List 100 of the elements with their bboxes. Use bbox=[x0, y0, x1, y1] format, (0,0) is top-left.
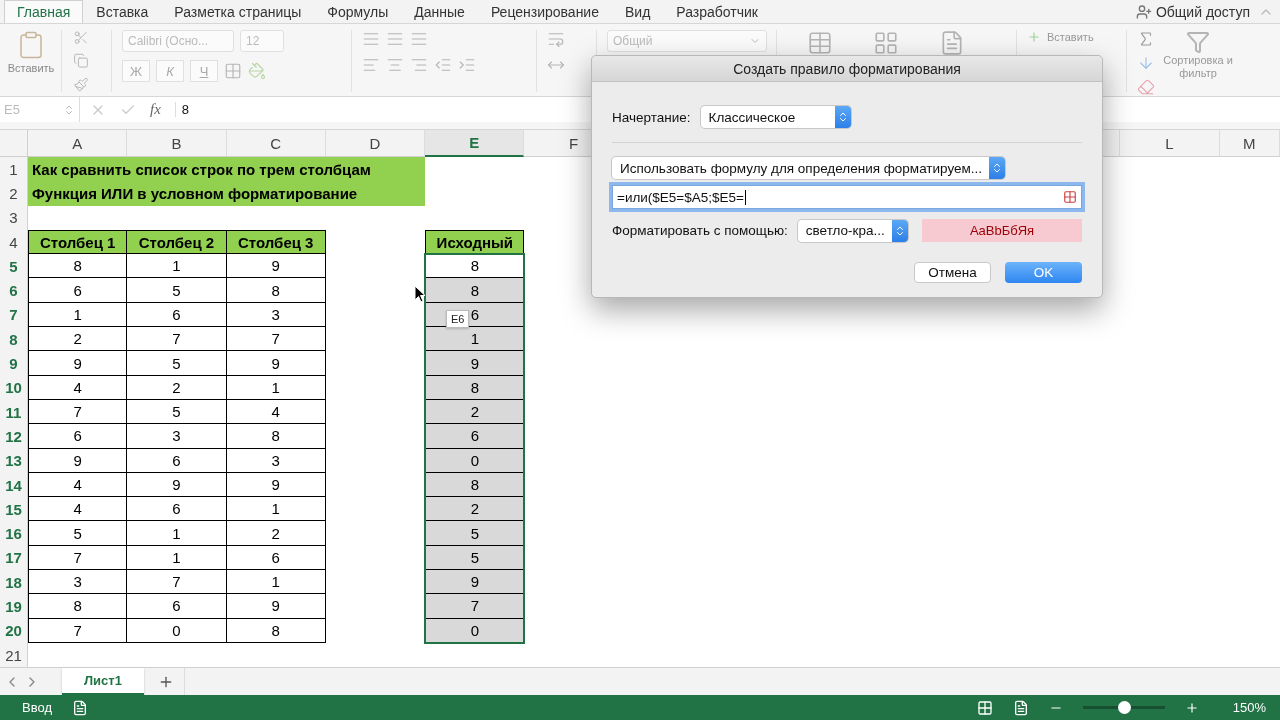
column-header-cell: Столбец 1 bbox=[28, 229, 128, 255]
table-cell: 6 bbox=[425, 424, 525, 449]
table-cell: 8 bbox=[226, 278, 326, 303]
table-cell: 9 bbox=[425, 570, 525, 595]
sort-filter-icon[interactable] bbox=[1186, 30, 1210, 54]
stepper-icon bbox=[989, 157, 1005, 179]
zoom-thumb[interactable] bbox=[1117, 701, 1131, 714]
formula-input[interactable]: 8 bbox=[174, 102, 190, 117]
table-cell: 4 bbox=[226, 399, 326, 425]
ribbon-tab[interactable]: Вид bbox=[612, 0, 664, 23]
ribbon-tab[interactable]: Главная bbox=[4, 0, 84, 23]
format-painter-icon[interactable] bbox=[72, 76, 90, 92]
column-heading[interactable]: B bbox=[127, 130, 227, 157]
table-cell: 7 bbox=[28, 618, 128, 643]
ribbon-tab[interactable]: Данные bbox=[401, 0, 478, 23]
table-cell: 2 bbox=[226, 521, 326, 546]
copy-icon[interactable] bbox=[72, 53, 90, 69]
style-select[interactable]: Классическое bbox=[700, 106, 851, 128]
row-number: 11 bbox=[0, 399, 28, 425]
stepper-icon bbox=[63, 103, 75, 116]
column-heading[interactable]: D bbox=[325, 130, 426, 157]
collapse-icon[interactable] bbox=[1063, 190, 1077, 204]
ribbon-tab[interactable]: Разработчик bbox=[663, 0, 771, 23]
table-cell: 6 bbox=[127, 302, 227, 328]
ribbon-tab[interactable]: Формулы bbox=[314, 0, 402, 23]
format-select[interactable]: светло-кра... bbox=[797, 219, 908, 242]
table-cell: 1 bbox=[127, 254, 227, 279]
table-cell: 1 bbox=[127, 545, 227, 571]
align-middle-icon[interactable] bbox=[386, 30, 404, 48]
table-cell: 7 bbox=[127, 570, 227, 595]
table-cell: 1 bbox=[127, 521, 227, 546]
ribbon-tab[interactable]: Разметка страницы bbox=[161, 0, 315, 23]
clear-icon[interactable] bbox=[1137, 78, 1155, 96]
table-cell: 1 bbox=[226, 570, 326, 595]
row-number: 2 bbox=[0, 181, 28, 206]
fill-down-icon[interactable] bbox=[1137, 54, 1155, 72]
borders-icon[interactable] bbox=[224, 62, 242, 80]
table-cell: 2 bbox=[425, 497, 525, 522]
table-cell: 6 bbox=[127, 448, 227, 473]
macro-record-icon[interactable] bbox=[71, 699, 88, 716]
align-left-icon[interactable] bbox=[362, 56, 380, 74]
sheet-tab[interactable]: Лист1 bbox=[62, 668, 144, 695]
zoom-in-icon[interactable] bbox=[1184, 700, 1199, 715]
row-number: 3 bbox=[0, 205, 28, 230]
row-number: 5 bbox=[0, 254, 28, 279]
zoom-level: 150% bbox=[1232, 700, 1266, 715]
outdent-icon[interactable] bbox=[434, 56, 452, 74]
fill-color-icon[interactable] bbox=[248, 62, 266, 80]
table-cell: 4 bbox=[28, 472, 128, 498]
column-heading[interactable]: E bbox=[425, 130, 525, 157]
row-number: 19 bbox=[0, 594, 28, 619]
table-cell: 9 bbox=[425, 351, 525, 376]
row-number: 21 bbox=[0, 642, 28, 667]
table-cell: 5 bbox=[127, 399, 227, 425]
table-cell: 2 bbox=[28, 327, 128, 352]
row-number: 12 bbox=[0, 424, 28, 449]
ribbon-tab[interactable]: Вставка bbox=[83, 0, 162, 23]
table-cell: 6 bbox=[28, 424, 128, 449]
table-cell: 8 bbox=[226, 424, 326, 449]
table-cell: 6 bbox=[127, 497, 227, 522]
format-table-icon[interactable] bbox=[873, 30, 899, 56]
column-heading[interactable]: A bbox=[28, 130, 128, 157]
row-number: 7 bbox=[0, 302, 28, 328]
table-cell: 3 bbox=[226, 302, 326, 328]
table-cell: 1 bbox=[425, 327, 525, 352]
table-cell: 7 bbox=[425, 594, 525, 619]
align-right-icon[interactable] bbox=[410, 56, 428, 74]
indent-icon[interactable] bbox=[458, 56, 476, 74]
align-top-icon[interactable] bbox=[362, 30, 380, 48]
column-heading[interactable]: L bbox=[1120, 130, 1220, 157]
table-cell: 4 bbox=[28, 497, 128, 522]
share-button[interactable]: Общий доступ bbox=[1135, 0, 1258, 23]
page-layout-icon[interactable] bbox=[1012, 699, 1029, 716]
table-cell: 9 bbox=[127, 472, 227, 498]
row-number: 17 bbox=[0, 545, 28, 571]
column-heading[interactable]: M bbox=[1219, 130, 1280, 157]
table-cell: 5 bbox=[127, 351, 227, 376]
formula-field[interactable]: =или($E5=$A5;$E5= bbox=[612, 185, 1082, 209]
table-cell: 9 bbox=[226, 472, 326, 498]
table-cell: 5 bbox=[425, 521, 525, 546]
table-cell: 5 bbox=[28, 521, 128, 546]
row-number: 6 bbox=[0, 278, 28, 303]
dialog-title: Создать правило форматирования bbox=[592, 56, 1102, 82]
function-button[interactable]: fx bbox=[150, 101, 161, 118]
rule-type-select[interactable]: Использовать формулу для определения форматируем... bbox=[612, 157, 1005, 179]
cut-icon[interactable] bbox=[72, 30, 90, 46]
table-cell: 1 bbox=[226, 375, 326, 400]
column-heading[interactable]: C bbox=[226, 130, 326, 157]
align-bottom-icon[interactable] bbox=[410, 30, 428, 48]
conditional-format-icon[interactable] bbox=[807, 30, 833, 56]
select-all-corner[interactable] bbox=[0, 130, 28, 157]
align-center-icon[interactable] bbox=[386, 56, 404, 74]
wrap-text-icon[interactable] bbox=[547, 30, 565, 48]
share-label: Общий доступ bbox=[1155, 3, 1250, 20]
sheet-title: Функция ИЛИ в условном форматирование bbox=[28, 181, 426, 206]
cell-tooltip: E6 bbox=[446, 310, 470, 328]
table-cell: 9 bbox=[226, 254, 326, 279]
ribbon-tab[interactable]: Рецензирование bbox=[477, 0, 612, 23]
cancel-button[interactable]: Отмена bbox=[914, 262, 991, 283]
normal-view-icon[interactable] bbox=[976, 699, 993, 716]
